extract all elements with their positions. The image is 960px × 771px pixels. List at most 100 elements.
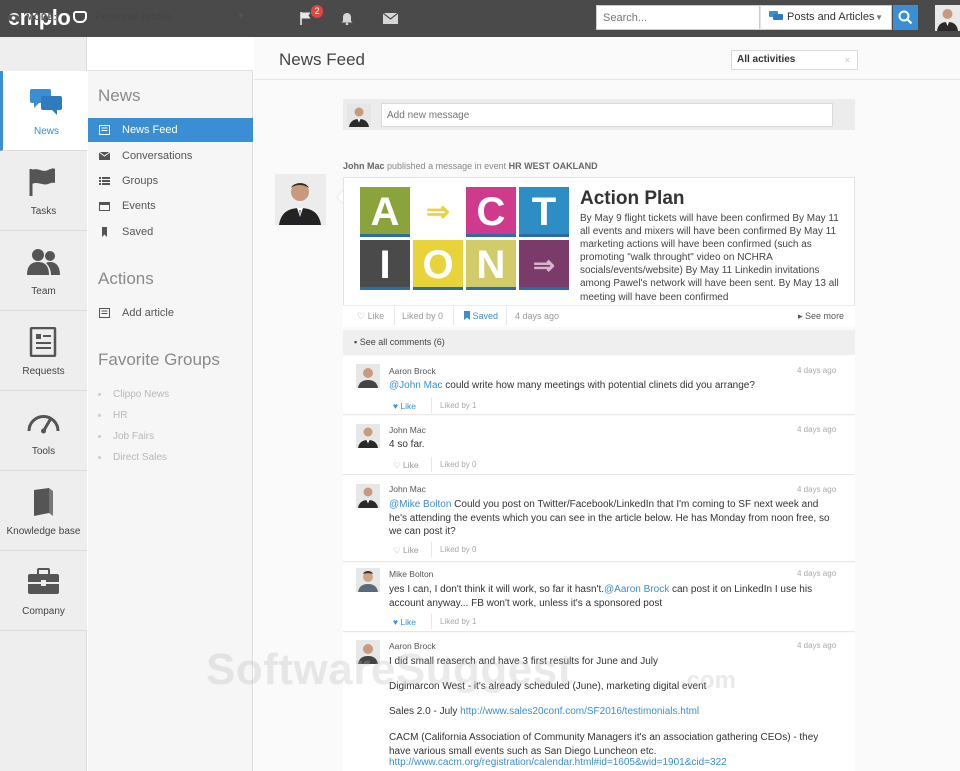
url-link[interactable]: http://www.cacm.org/registration/calenda… xyxy=(389,757,727,768)
liked-by-count[interactable]: Liked by 0 xyxy=(402,311,443,321)
bookmark-icon xyxy=(464,311,470,320)
sub-item-conversations[interactable]: Conversations xyxy=(88,144,253,168)
comment-text: @Mike Bolton Could you post on Twitter/F… xyxy=(389,498,839,539)
sub-item-news-feed[interactable]: News Feed xyxy=(88,118,253,142)
sub-item-label: Groups xyxy=(122,175,159,187)
favorite-group-item[interactable]: Job Fairs xyxy=(113,431,154,442)
clear-icon[interactable]: × xyxy=(845,51,850,69)
watermark-suffix: .com xyxy=(680,667,737,694)
sub-item-saved[interactable]: Saved xyxy=(88,220,253,244)
bullet xyxy=(98,456,101,459)
liked-by-count[interactable]: Liked by 1 xyxy=(440,617,476,626)
page-title: News Feed xyxy=(279,50,365,69)
heart-icon: ♡ xyxy=(393,545,401,555)
avatar[interactable] xyxy=(356,364,380,388)
nav-item-knowledge-base[interactable]: Knowledge base xyxy=(0,471,87,551)
liked-by-count[interactable]: Liked by 1 xyxy=(440,401,476,410)
search-button[interactable] xyxy=(893,5,918,30)
nav-item-team[interactable]: Team xyxy=(0,231,87,311)
sub-item-label: News Feed xyxy=(122,124,178,136)
sub-item-events[interactable]: Events xyxy=(88,194,253,218)
sub-item-add-article[interactable]: Add article xyxy=(88,301,253,325)
like-button[interactable]: ♥ Like xyxy=(393,617,416,627)
like-button[interactable]: ♡ Like xyxy=(393,460,419,471)
comment-text: @John Mac could write how many meetings … xyxy=(389,379,839,393)
mention-link[interactable]: @John Mac xyxy=(389,380,443,391)
favorite-group-item[interactable]: Clippo News xyxy=(113,389,169,400)
search-input[interactable] xyxy=(596,5,760,30)
saved-button[interactable]: Saved xyxy=(464,311,498,321)
like-label: Like xyxy=(400,617,417,627)
comment-body: Could you post on Twitter/Facebook/Linke… xyxy=(389,499,830,537)
nav-item-tasks[interactable]: Tasks xyxy=(0,151,87,231)
divider xyxy=(431,542,432,557)
list-icon xyxy=(99,177,110,185)
chat-bubbles-icon xyxy=(769,8,783,31)
envelope-icon[interactable] xyxy=(382,12,399,27)
user-avatar[interactable] xyxy=(935,5,960,31)
liked-by-count[interactable]: Liked by 0 xyxy=(440,545,476,554)
like-button[interactable]: ♡ Like xyxy=(357,311,384,322)
like-button[interactable]: ♥ Like xyxy=(393,401,416,411)
nav-item-company[interactable]: Company xyxy=(0,551,87,631)
post-header: John Mac published a message in event HR… xyxy=(343,161,598,171)
divider xyxy=(394,307,395,325)
comment-author[interactable]: Aaron Brock xyxy=(389,366,436,376)
favorite-group-item[interactable]: HR xyxy=(113,410,127,421)
comment-body: Sales 2.0 - July xyxy=(389,706,461,717)
url-link[interactable]: http://www.sales20conf.com/SF2016/testim… xyxy=(460,706,699,717)
comment-icon: ▪ xyxy=(354,337,358,347)
avatar[interactable] xyxy=(356,424,380,448)
comment-author[interactable]: John Mac xyxy=(389,425,426,435)
post-author[interactable]: John Mac xyxy=(343,161,385,171)
activity-filter-select[interactable]: All activities × xyxy=(731,50,858,70)
tile-o: O xyxy=(413,240,463,290)
nav-label: Tools xyxy=(31,446,56,457)
sub-item-label: Add article xyxy=(122,307,174,319)
nav-label: Tasks xyxy=(30,206,57,217)
mode-value[interactable]: Personal profile xyxy=(95,11,171,23)
bullet xyxy=(98,435,101,438)
avatar[interactable] xyxy=(356,568,380,592)
comment-body: could write how many meetings with poten… xyxy=(442,380,755,391)
notifications-badge: 2 xyxy=(311,5,323,18)
briefcase-icon xyxy=(28,568,59,594)
article-title[interactable]: Action Plan xyxy=(580,188,685,210)
search-icon xyxy=(898,10,913,25)
nav-item-news[interactable]: News xyxy=(0,71,87,151)
mention-link[interactable]: @Aaron Brock xyxy=(604,584,669,595)
people-icon xyxy=(27,249,60,275)
filter-value: All activities xyxy=(737,54,796,65)
arrow-icon: ⇒ xyxy=(519,240,569,290)
new-message-input[interactable] xyxy=(381,103,833,127)
comment-author[interactable]: John Mac xyxy=(389,484,426,494)
post-event[interactable]: HR WEST OAKLAND xyxy=(509,161,598,171)
sub-item-groups[interactable]: Groups xyxy=(88,169,253,193)
liked-by-count[interactable]: Liked by 0 xyxy=(440,460,476,469)
comment-author[interactable]: Mike Bolton xyxy=(389,569,433,579)
divider xyxy=(453,307,454,325)
avatar[interactable] xyxy=(356,484,380,508)
like-button[interactable]: ♡ Like xyxy=(393,545,419,556)
tile-a: A xyxy=(360,187,410,237)
search-scope-select[interactable]: Posts and Articles ▼ xyxy=(760,5,892,30)
chat-bubbles-icon xyxy=(30,89,62,115)
actions-heading: Actions xyxy=(98,269,154,288)
see-all-comments-link[interactable]: ▪ See all comments (6) xyxy=(354,337,445,347)
nav-label: Team xyxy=(31,286,56,297)
bell-icon[interactable] xyxy=(340,11,354,28)
comment-time: 4 days ago xyxy=(797,485,837,494)
divider xyxy=(431,457,432,472)
divider xyxy=(254,79,960,80)
nav-item-requests[interactable]: Requests xyxy=(0,311,87,391)
favorite-group-item[interactable]: Direct Sales xyxy=(113,452,167,463)
card-pointer-inner xyxy=(337,191,343,203)
post-author-avatar[interactable] xyxy=(275,174,326,225)
divider xyxy=(431,398,432,413)
like-label: Like xyxy=(367,311,385,321)
see-more-link[interactable]: ▸ See more xyxy=(798,311,844,322)
nav-item-tools[interactable]: Tools xyxy=(0,391,87,471)
see-more-label: See more xyxy=(805,311,845,321)
mention-link[interactable]: @Mike Bolton xyxy=(389,499,451,510)
comment-line: CACM (California Association of Communit… xyxy=(389,732,819,757)
